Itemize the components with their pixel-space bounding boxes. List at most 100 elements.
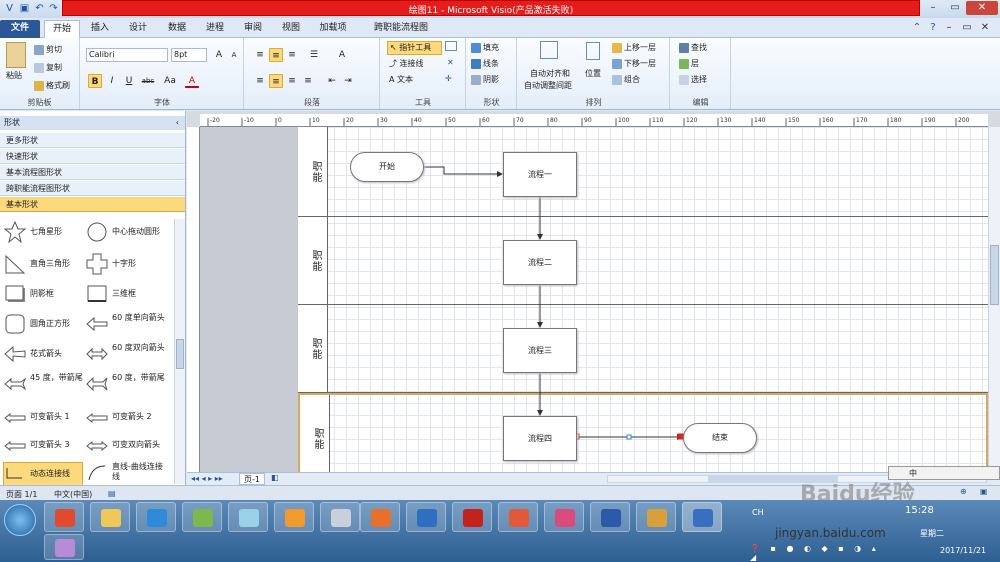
- auto-space-label[interactable]: 自动调整间距: [524, 80, 572, 91]
- auto-align-icon[interactable]: [540, 41, 558, 59]
- restore-button[interactable]: ▭: [946, 1, 964, 15]
- tab-data[interactable]: 数据: [160, 20, 194, 38]
- tab-review[interactable]: 审阅: [236, 20, 270, 38]
- save-icon[interactable]: ▣: [18, 2, 31, 15]
- status-page[interactable]: 页面 1/1: [6, 489, 37, 500]
- tab-crossfunctional[interactable]: 跨职能流程图: [358, 20, 444, 38]
- close-tool-icon[interactable]: ✕: [447, 58, 454, 67]
- doc-close-button[interactable]: ✕: [976, 21, 994, 35]
- process-3[interactable]: 流程三: [503, 328, 577, 373]
- category-crossfunctional[interactable]: 跨职能流程图形状: [0, 181, 185, 196]
- group-button[interactable]: 组合: [612, 74, 640, 85]
- strikethrough-button[interactable]: abc: [139, 74, 157, 88]
- stencil-item[interactable]: 阴影框: [4, 283, 90, 309]
- connection-point-icon[interactable]: ✛: [445, 74, 452, 83]
- scroll-thumb[interactable]: [176, 339, 184, 369]
- stencil-item-dynamic-connector[interactable]: 动态连接线: [3, 462, 83, 486]
- stencil-item[interactable]: 60 度双向箭头: [86, 343, 172, 369]
- category-basic-shapes[interactable]: 基本形状: [0, 197, 185, 212]
- stencil-scrollbar[interactable]: [174, 219, 185, 484]
- format-painter-button[interactable]: 格式刷: [34, 80, 70, 91]
- taskbar-app[interactable]: [360, 502, 400, 532]
- underline-button[interactable]: U: [122, 74, 136, 88]
- tab-design[interactable]: 设计: [120, 20, 156, 38]
- category-basic-flowchart[interactable]: 基本流程图形状: [0, 165, 185, 180]
- taskbar-app-visio[interactable]: [682, 502, 722, 532]
- align-center-icon[interactable]: ≡: [269, 74, 283, 88]
- taskbar-app[interactable]: [90, 502, 130, 532]
- connector-mid-handle[interactable]: [626, 434, 632, 440]
- select-button[interactable]: 选择: [679, 74, 707, 85]
- align-top-icon[interactable]: ≡: [253, 48, 267, 62]
- stencil-item[interactable]: 花式箭头: [4, 343, 90, 369]
- shadow-button[interactable]: 阴影: [471, 74, 499, 85]
- canvas-scrollbar[interactable]: [988, 127, 1000, 472]
- position-button[interactable]: 位置: [585, 68, 601, 79]
- stencil-item[interactable]: 60 度，带箭尾: [86, 373, 172, 399]
- process-1[interactable]: 流程一: [503, 152, 577, 197]
- scroll-thumb[interactable]: [990, 245, 999, 305]
- ime-toolbar[interactable]: 中: [888, 466, 1000, 480]
- close-button[interactable]: ✕: [966, 1, 998, 15]
- paste-icon[interactable]: [6, 42, 26, 68]
- clock-date[interactable]: 2017/11/21: [940, 546, 986, 555]
- status-language[interactable]: 中文(中国): [54, 489, 92, 500]
- process-4[interactable]: 流程四: [503, 416, 577, 461]
- taskbar-app[interactable]: [636, 502, 676, 532]
- taskbar-app[interactable]: [44, 502, 84, 532]
- tray-icons[interactable]: ❓ ▪ ● ◐ ◆ ▪ ◑ ▴ ◢: [750, 544, 890, 562]
- stencil-item[interactable]: 中心拖动圆形: [86, 221, 172, 247]
- taskbar-app[interactable]: [452, 502, 492, 532]
- page-tab[interactable]: 页-1: [239, 473, 265, 485]
- tab-insert[interactable]: 插入: [84, 20, 116, 38]
- bring-forward-button[interactable]: 上移一层: [612, 42, 656, 53]
- send-backward-button[interactable]: 下移一层: [612, 58, 656, 69]
- doc-minimize-button[interactable]: –: [940, 21, 958, 35]
- taskbar-app[interactable]: [498, 502, 538, 532]
- taskbar-app[interactable]: [182, 502, 222, 532]
- category-more-shapes[interactable]: 更多形状: [0, 133, 185, 148]
- tab-file[interactable]: 文件: [0, 20, 40, 38]
- category-quick-shapes[interactable]: 快速形状: [0, 149, 185, 164]
- stencil-item[interactable]: 十字形: [86, 253, 172, 279]
- taskbar-app[interactable]: [274, 502, 314, 532]
- fill-button[interactable]: 填充: [471, 42, 499, 53]
- insert-page-icon[interactable]: ◧: [271, 473, 279, 482]
- align-right-icon[interactable]: ≡: [285, 74, 299, 88]
- copy-button[interactable]: 复制: [34, 62, 62, 73]
- process-2[interactable]: 流程二: [503, 240, 577, 285]
- text-tool-button[interactable]: A 文本: [389, 74, 413, 85]
- paste-button[interactable]: 粘贴: [6, 70, 22, 81]
- pointer-tool-button[interactable]: ↖ 指针工具: [387, 41, 442, 55]
- layers-button[interactable]: 层: [679, 58, 699, 69]
- line-button[interactable]: 线条: [471, 58, 499, 69]
- bold-button[interactable]: B: [88, 74, 102, 88]
- zoom-in-icon[interactable]: ⊕: [960, 487, 967, 496]
- stencil-item[interactable]: 七角星形: [4, 221, 90, 247]
- align-left-icon[interactable]: ≡: [253, 74, 267, 88]
- font-color-button[interactable]: A: [185, 74, 199, 88]
- position-icon[interactable]: [586, 42, 600, 60]
- stencil-item[interactable]: 可变双向箭头: [86, 435, 172, 459]
- ime-mode[interactable]: 中: [909, 468, 917, 479]
- decrease-indent-icon[interactable]: ⇤: [325, 74, 339, 88]
- tab-process[interactable]: 进程: [198, 20, 232, 38]
- taskbar-app[interactable]: [136, 502, 176, 532]
- stencil-item[interactable]: 可变箭头 1: [4, 407, 90, 431]
- stencil-item[interactable]: 可变箭头 2: [86, 407, 172, 431]
- taskbar-app[interactable]: [406, 502, 446, 532]
- stencil-item[interactable]: 三维框: [86, 283, 172, 309]
- bullets-icon[interactable]: ☰: [307, 48, 321, 62]
- undo-icon[interactable]: ↶: [33, 2, 46, 15]
- stencil-item[interactable]: 圆角正方形: [4, 313, 90, 339]
- italic-button[interactable]: I: [105, 74, 119, 88]
- drawing-canvas[interactable]: 职能 职能 职能 职能 开始 流程一 流程二 流程三 流程四 结束: [200, 127, 988, 472]
- align-middle-icon[interactable]: ≡: [269, 48, 283, 62]
- auto-align-label[interactable]: 自动对齐和: [530, 68, 570, 79]
- cut-button[interactable]: 剪切: [34, 44, 62, 55]
- taskbar-app[interactable]: [228, 502, 268, 532]
- redo-icon[interactable]: ↷: [47, 2, 60, 15]
- end-terminator[interactable]: 结束: [683, 423, 757, 453]
- connector[interactable]: [424, 166, 503, 177]
- start-terminator[interactable]: 开始: [350, 152, 424, 182]
